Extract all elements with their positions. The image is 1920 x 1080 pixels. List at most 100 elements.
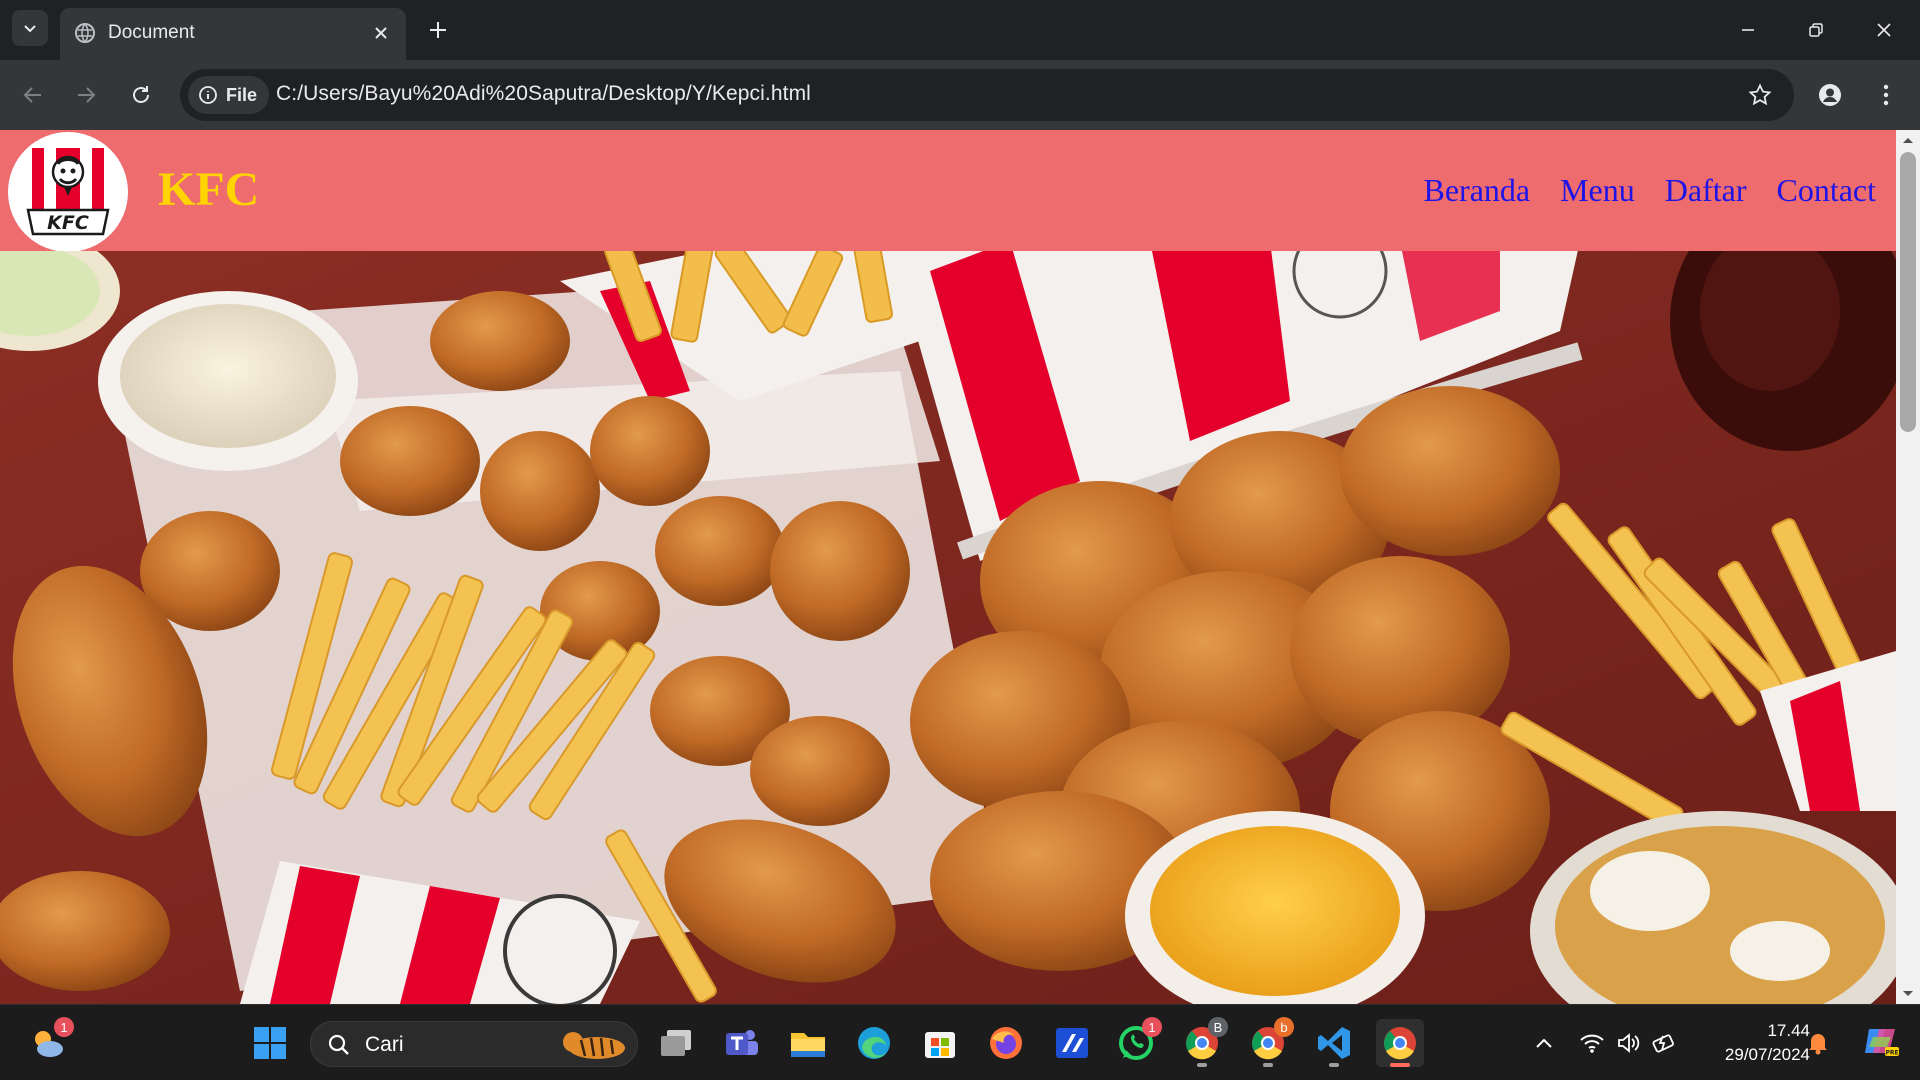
arrow-right-icon bbox=[78, 87, 96, 103]
globe-icon bbox=[75, 23, 95, 43]
firefox-icon bbox=[990, 1027, 1022, 1059]
azure-data-studio-app[interactable] bbox=[1048, 1019, 1096, 1067]
close-icon bbox=[1877, 23, 1891, 37]
more-vertical-icon bbox=[1883, 84, 1889, 106]
chrome-active-app[interactable] bbox=[1376, 1019, 1424, 1067]
clock-date: 29/07/2024 bbox=[1724, 1045, 1810, 1064]
plus-icon bbox=[430, 22, 446, 38]
browser-menu-button[interactable] bbox=[1868, 75, 1904, 115]
search-icon bbox=[328, 1034, 349, 1055]
hero-food-image bbox=[0, 251, 1896, 1004]
browser-toolbar: File C:/Users/Bayu%20Adi%20Saputra/Deskt… bbox=[0, 60, 1920, 130]
page-viewport: KFC KFC Beranda Menu Daftar Contact bbox=[0, 130, 1920, 1004]
new-tab-button[interactable] bbox=[420, 12, 456, 48]
search-placeholder: Cari bbox=[365, 1033, 404, 1056]
volume-control[interactable] bbox=[1612, 1027, 1644, 1059]
bell-icon bbox=[1809, 1034, 1827, 1055]
system-clock[interactable]: 17.44 29/07/2024 bbox=[1690, 1019, 1810, 1067]
active-indicator bbox=[1390, 1063, 1410, 1067]
scroll-up-icon bbox=[1903, 138, 1913, 143]
azure-icon bbox=[1056, 1028, 1088, 1058]
running-indicator bbox=[1263, 1063, 1273, 1067]
whatsapp-badge: 1 bbox=[1142, 1017, 1162, 1037]
teams-app[interactable] bbox=[718, 1019, 766, 1067]
file-explorer-app[interactable] bbox=[784, 1019, 832, 1067]
folder-icon bbox=[791, 1033, 825, 1057]
scroll-thumb[interactable] bbox=[1900, 152, 1916, 432]
scroll-down-icon bbox=[1903, 991, 1913, 996]
start-button[interactable] bbox=[246, 1019, 294, 1067]
running-indicator bbox=[1197, 1063, 1207, 1067]
notifications-button[interactable] bbox=[1802, 1027, 1834, 1059]
tab-search-button[interactable] bbox=[12, 10, 48, 46]
chrome-profile-c-app[interactable]: b bbox=[1244, 1017, 1294, 1067]
tab-strip: Document bbox=[0, 0, 1920, 60]
nav-link-beranda[interactable]: Beranda bbox=[1423, 172, 1530, 209]
chrome-profile-b-app[interactable]: B bbox=[1178, 1017, 1228, 1067]
chrome-icon bbox=[1384, 1027, 1416, 1060]
reload-icon bbox=[133, 86, 149, 103]
vscode-icon bbox=[1318, 1027, 1350, 1059]
restore-icon bbox=[1809, 23, 1823, 37]
edge-icon bbox=[858, 1027, 890, 1059]
wifi-icon bbox=[1580, 1034, 1604, 1053]
show-hidden-icons-button[interactable] bbox=[1528, 1027, 1560, 1059]
restore-button[interactable] bbox=[1782, 0, 1850, 60]
page-scrollbar[interactable] bbox=[1896, 130, 1920, 1004]
store-icon bbox=[925, 1032, 955, 1058]
star-icon bbox=[1748, 83, 1772, 106]
tiger-highlight-icon bbox=[563, 1032, 625, 1059]
firefox-app[interactable] bbox=[982, 1019, 1030, 1067]
copilot-icon: PRE bbox=[1865, 1029, 1899, 1057]
kfc-logo[interactable]: KFC bbox=[8, 132, 128, 252]
chrome-profile-badge-c: b bbox=[1274, 1017, 1294, 1037]
weather-widget[interactable]: 1 bbox=[24, 1017, 74, 1067]
profile-button[interactable] bbox=[1810, 75, 1850, 115]
bookmark-button[interactable] bbox=[1744, 79, 1776, 111]
tab-title: Document bbox=[108, 22, 195, 43]
info-icon bbox=[199, 86, 217, 104]
brand-title: KFC bbox=[158, 163, 260, 216]
minimize-icon bbox=[1742, 29, 1754, 31]
svg-text:PRE: PRE bbox=[1885, 1050, 1898, 1057]
fried-chicken-spread-image bbox=[0, 251, 1896, 1004]
task-view-button[interactable] bbox=[652, 1019, 700, 1067]
tab-close-button[interactable] bbox=[368, 20, 394, 46]
nav-link-daftar[interactable]: Daftar bbox=[1665, 172, 1747, 209]
weather-badge: 1 bbox=[54, 1017, 74, 1037]
windows-icon bbox=[254, 1027, 286, 1059]
svg-text:KFC: KFC bbox=[47, 212, 89, 234]
wifi-status[interactable] bbox=[1576, 1027, 1608, 1059]
url-text[interactable]: C:/Users/Bayu%20Adi%20Saputra/Desktop/Y/… bbox=[276, 82, 811, 106]
tab-document[interactable]: Document bbox=[60, 8, 406, 60]
battery-charging-icon bbox=[1652, 1034, 1674, 1053]
copilot-button[interactable]: PRE bbox=[1858, 1021, 1904, 1061]
back-button[interactable] bbox=[13, 75, 53, 115]
running-indicator bbox=[1329, 1063, 1339, 1067]
teams-icon bbox=[726, 1030, 758, 1055]
edge-app[interactable] bbox=[850, 1019, 898, 1067]
nav-link-contact[interactable]: Contact bbox=[1776, 172, 1876, 209]
site-header: KFC KFC Beranda Menu Daftar Contact bbox=[0, 130, 1896, 252]
chevron-up-icon bbox=[1536, 1038, 1552, 1048]
chrome-profile-badge-b: B bbox=[1208, 1017, 1228, 1037]
arrow-left-icon bbox=[23, 87, 41, 103]
minimize-button[interactable] bbox=[1714, 0, 1782, 60]
microsoft-store-app[interactable] bbox=[916, 1019, 964, 1067]
person-icon bbox=[1819, 84, 1841, 106]
forward-button[interactable] bbox=[66, 75, 106, 115]
close-window-button[interactable] bbox=[1850, 0, 1918, 60]
task-view-icon bbox=[661, 1030, 691, 1056]
speaker-icon bbox=[1618, 1033, 1640, 1053]
taskbar-search[interactable]: Cari bbox=[310, 1021, 638, 1067]
reload-button[interactable] bbox=[121, 75, 161, 115]
close-icon bbox=[375, 27, 387, 39]
address-bar[interactable]: File C:/Users/Bayu%20Adi%20Saputra/Deskt… bbox=[180, 69, 1794, 121]
site-nav: Beranda Menu Daftar Contact bbox=[1423, 172, 1876, 209]
whatsapp-app[interactable]: 1 bbox=[1112, 1017, 1162, 1067]
clock-time: 17.44 bbox=[1767, 1021, 1810, 1040]
site-info-chip[interactable]: File bbox=[188, 76, 270, 114]
battery-status[interactable] bbox=[1648, 1027, 1680, 1059]
vscode-app[interactable] bbox=[1310, 1019, 1358, 1067]
nav-link-menu[interactable]: Menu bbox=[1560, 172, 1635, 209]
